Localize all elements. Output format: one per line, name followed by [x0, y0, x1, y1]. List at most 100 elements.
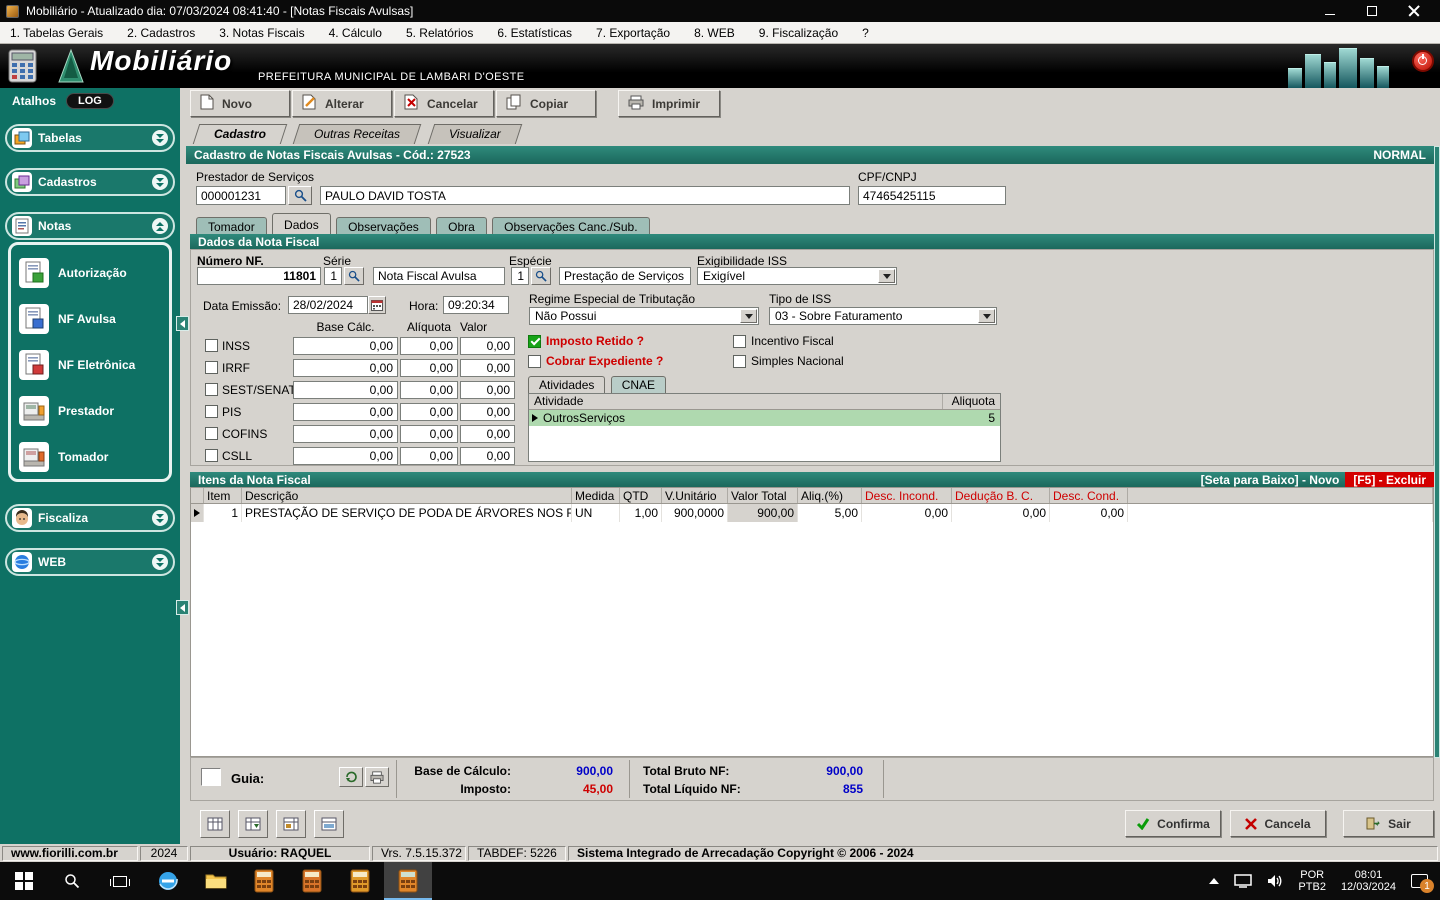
tab-outras-receitas[interactable]: Outras Receitas [293, 124, 422, 144]
pis-checkbox[interactable] [205, 405, 218, 418]
guia-refresh-button[interactable] [339, 767, 363, 787]
menu-notas-fiscais[interactable]: 3. Notas Fiscais [219, 26, 304, 40]
tray-expand-icon[interactable] [1209, 878, 1220, 884]
data-emissao-field[interactable]: 28/02/2024 [288, 296, 368, 314]
start-button[interactable] [0, 862, 48, 900]
cpf-field[interactable]: 47465425115 [858, 186, 1006, 205]
csll-aliquota-field[interactable]: 0,00 [400, 446, 458, 465]
taskbar-search-button[interactable] [48, 862, 96, 900]
atividade-row[interactable]: OutrosServiços 5 [529, 410, 1000, 426]
minimize-button[interactable] [1324, 5, 1336, 17]
serie-field[interactable]: 1 [324, 267, 342, 285]
task-view-button[interactable] [96, 862, 144, 900]
tab-dados[interactable]: Dados [272, 213, 331, 235]
incentivo-fiscal-checkbox[interactable] [733, 334, 746, 348]
sidebar-item-web[interactable]: WEB [5, 548, 175, 576]
pis-aliquota-field[interactable]: 0,00 [400, 402, 458, 421]
grid-report-button-2[interactable] [238, 810, 268, 838]
speaker-icon[interactable] [1267, 874, 1283, 888]
tab-cnae[interactable]: CNAE [610, 376, 667, 394]
inss-base-field[interactable]: 0,00 [293, 336, 398, 355]
language-indicator[interactable]: POR PTB2 [1298, 869, 1326, 893]
cancela-button[interactable]: Cancela [1230, 810, 1326, 837]
especie-search-button[interactable] [531, 267, 551, 285]
pis-base-field[interactable]: 0,00 [293, 402, 398, 421]
imprimir-button[interactable]: Imprimir [618, 90, 720, 117]
irrf-base-field[interactable]: 0,00 [293, 358, 398, 377]
serie-search-button[interactable] [344, 267, 364, 285]
inss-aliquota-field[interactable]: 0,00 [400, 336, 458, 355]
inss-valor-field[interactable]: 0,00 [460, 336, 515, 355]
csll-checkbox[interactable] [205, 449, 218, 462]
chevron-double-up-icon[interactable] [152, 218, 168, 234]
notification-center-icon[interactable]: 1 [1411, 874, 1434, 893]
exigibilidade-select[interactable]: Exigível [697, 267, 897, 285]
csll-base-field[interactable]: 0,00 [293, 446, 398, 465]
taskbar-explorer-button[interactable] [192, 862, 240, 900]
especie-field[interactable]: 1 [511, 267, 529, 285]
menu-fiscalizacao[interactable]: 9. Fiscalização [759, 26, 838, 40]
menu-web[interactable]: 8. WEB [694, 26, 735, 40]
hora-field[interactable]: 09:20:34 [443, 296, 509, 314]
tipo-iss-select[interactable]: 03 - Sobre Faturamento [769, 307, 997, 325]
power-button[interactable] [1412, 50, 1434, 72]
regime-select[interactable]: Não Possui [529, 307, 759, 325]
alterar-button[interactable]: Alterar [292, 90, 392, 117]
imposto-retido-checkbox[interactable] [528, 334, 541, 348]
clock[interactable]: 08:01 12/03/2024 [1341, 869, 1396, 893]
chevron-double-down-icon[interactable] [152, 174, 168, 190]
log-button[interactable]: LOG [66, 93, 114, 109]
sidebar-item-autorizacao[interactable]: Autorização [17, 250, 163, 296]
sidebar-item-nf-avulsa[interactable]: NF Avulsa [17, 296, 163, 342]
tab-cadastro[interactable]: Cadastro [192, 124, 288, 144]
menu-help[interactable]: ? [862, 26, 869, 40]
vertical-scrollbar[interactable] [1434, 146, 1440, 758]
cofins-aliquota-field[interactable]: 0,00 [400, 424, 458, 443]
irrf-checkbox[interactable] [205, 361, 218, 374]
pis-valor-field[interactable]: 0,00 [460, 402, 515, 421]
menu-exportacao[interactable]: 7. Exportação [596, 26, 670, 40]
sidebar-item-notas[interactable]: Notas [5, 212, 175, 240]
especie-desc-field[interactable]: Prestação de Serviços [559, 267, 691, 285]
cofins-checkbox[interactable] [205, 427, 218, 440]
panel-scroll-button[interactable] [176, 316, 189, 331]
taskbar-app-mobiliario-active[interactable] [384, 862, 432, 900]
taskbar-app-mobiliario-3[interactable] [336, 862, 384, 900]
copiar-button[interactable]: Copiar [496, 90, 596, 117]
cancelar-button[interactable]: Cancelar [394, 90, 494, 117]
prestador-name-field[interactable]: PAULO DAVID TOSTA [320, 186, 850, 205]
sest-senat-aliquota-field[interactable]: 0,00 [400, 380, 458, 399]
panel-scroll-button[interactable] [176, 600, 189, 615]
sair-button[interactable]: Sair [1343, 810, 1434, 837]
simples-nacional-checkbox[interactable] [733, 354, 746, 368]
sidebar-item-nf-eletronica[interactable]: NF Eletrônica [17, 342, 163, 388]
taskbar-ie-button[interactable] [144, 862, 192, 900]
grid-report-button-3[interactable] [276, 810, 306, 838]
close-button[interactable] [1408, 5, 1420, 17]
sest-senat-checkbox[interactable] [205, 383, 218, 396]
sidebar-item-cadastros[interactable]: Cadastros [5, 168, 175, 196]
calendar-button[interactable] [368, 296, 386, 314]
tab-visualizar[interactable]: Visualizar [427, 124, 522, 144]
numero-nf-field[interactable]: 11801 [197, 267, 321, 285]
cobrar-expediente-checkbox[interactable] [528, 354, 541, 368]
irrf-aliquota-field[interactable]: 0,00 [400, 358, 458, 377]
menu-relatorios[interactable]: 5. Relatórios [406, 26, 473, 40]
item-row[interactable]: 1 PRESTAÇÃO DE SERVIÇO DE PODA DE ÁRVORE… [191, 504, 1433, 522]
irrf-valor-field[interactable]: 0,00 [460, 358, 515, 377]
csll-valor-field[interactable]: 0,00 [460, 446, 515, 465]
cofins-valor-field[interactable]: 0,00 [460, 424, 515, 443]
sidebar-item-tomador[interactable]: Tomador [17, 434, 163, 480]
network-icon[interactable] [1234, 874, 1253, 888]
sest-senat-valor-field[interactable]: 0,00 [460, 380, 515, 399]
sest-senat-base-field[interactable]: 0,00 [293, 380, 398, 399]
grid-report-button-4[interactable] [314, 810, 344, 838]
guia-checkbox[interactable] [201, 768, 221, 786]
tipo-nota-field[interactable]: Nota Fiscal Avulsa [373, 267, 505, 285]
cofins-base-field[interactable]: 0,00 [293, 424, 398, 443]
inss-checkbox[interactable] [205, 339, 218, 352]
taskbar-app-mobiliario-1[interactable] [240, 862, 288, 900]
tab-atividades[interactable]: Atividades [528, 376, 606, 394]
prestador-search-button[interactable] [288, 186, 312, 205]
sidebar-item-fiscaliza[interactable]: Fiscaliza [5, 504, 175, 532]
